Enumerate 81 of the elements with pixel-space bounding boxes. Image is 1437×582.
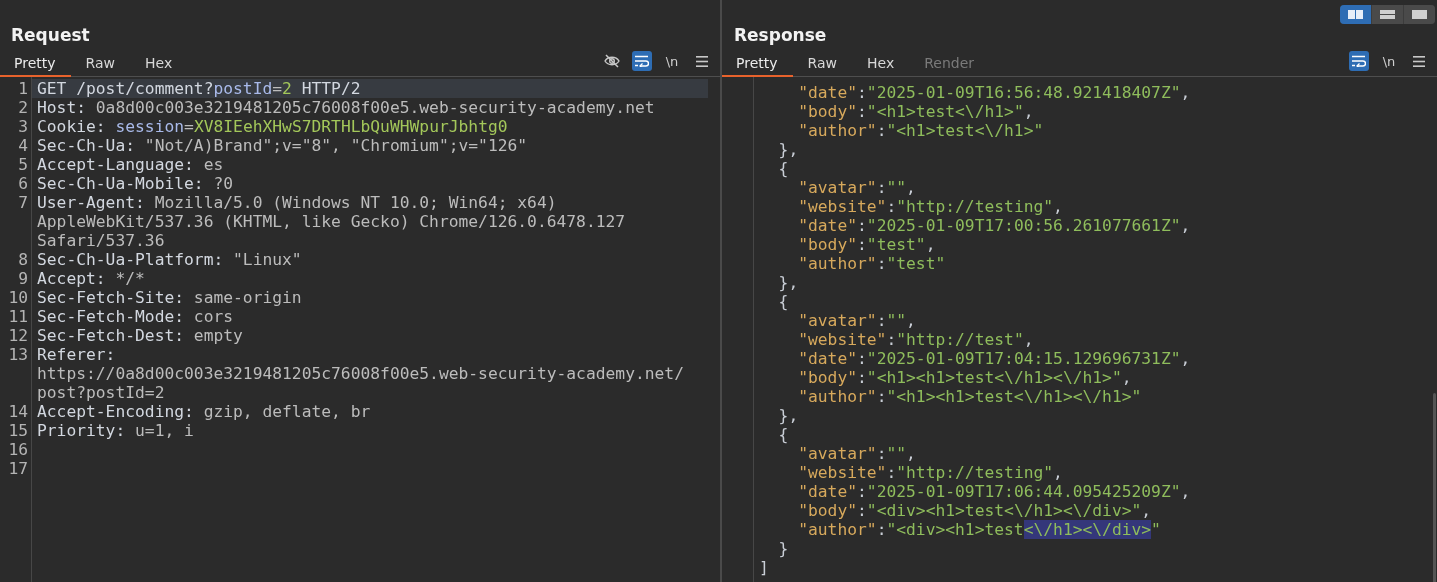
code-line: }, xyxy=(778,273,800,292)
line-number: 9 xyxy=(17,269,29,288)
line-number: 5 xyxy=(17,155,29,174)
code-line: "author":"test" xyxy=(798,254,947,273)
tab[interactable]: Raw xyxy=(70,46,130,77)
stacked-layout-button[interactable] xyxy=(1372,5,1403,24)
code-line: Sec-Fetch-Mode: cors xyxy=(37,307,235,326)
code-line: Sec-Ch-Ua: "Not/A)Brand";v="8", "Chromium";v="126" xyxy=(37,136,529,155)
code-line: "date":"2025-01-09T16:56:48.921418407Z", xyxy=(798,83,1192,102)
line-number: 8 xyxy=(17,250,29,269)
code-line: Accept-Encoding: gzip, deflate, br xyxy=(37,402,372,421)
line-number: 13 xyxy=(7,345,29,366)
line-number: 11 xyxy=(7,307,29,326)
code-line: ] xyxy=(759,558,770,577)
code-line: AppleWebKit/537.36 (KHTML, like Gecko) Chrome/126.0.6478.127 xyxy=(37,212,627,231)
code-line: "website":"http://testing", xyxy=(798,463,1064,482)
code-line: "website":"http://test", xyxy=(798,330,1035,349)
code-line: "author":"<h1><h1>test<\/h1><\/h1>" xyxy=(798,387,1143,406)
code-line: post?postId=2 xyxy=(37,383,166,402)
code-line: Sec-Fetch-Dest: empty xyxy=(37,326,244,345)
code-line: }, xyxy=(778,406,800,425)
line-number: 16 xyxy=(7,440,29,459)
code-line: "date":"2025-01-09T17:00:56.261077661Z", xyxy=(798,216,1192,235)
newline-toggle[interactable]: \n xyxy=(1379,51,1399,71)
code-line: Sec-Fetch-Site: same-origin xyxy=(37,288,303,307)
single-panel-icon xyxy=(1412,10,1427,19)
code-line: "body":"test", xyxy=(798,235,937,254)
line-number: 4 xyxy=(17,136,29,155)
line-number: 2 xyxy=(17,98,29,117)
scrollbar[interactable] xyxy=(1433,393,1436,582)
code-line: "avatar":"", xyxy=(798,444,917,463)
code-line: { xyxy=(778,159,790,178)
wrap-icon[interactable] xyxy=(632,51,652,71)
line-number: 15 xyxy=(7,421,29,440)
code-line: Priority: u=1, i xyxy=(37,421,195,440)
code-line: { xyxy=(778,292,790,311)
tab: Render xyxy=(909,46,989,77)
tab[interactable]: Raw xyxy=(792,46,852,77)
code-line: "avatar":"", xyxy=(798,178,917,197)
line-number: 3 xyxy=(17,117,29,136)
line-number: 7 xyxy=(17,193,29,214)
panel-title: Response xyxy=(733,24,828,46)
code-line: Accept: */* xyxy=(37,269,146,288)
code-line: "body":"<div><h1>test<\/h1><\/div>", xyxy=(798,501,1153,520)
code-line: }, xyxy=(778,140,800,159)
code-line: } xyxy=(778,539,790,558)
code-line: Accept-Language: es xyxy=(37,155,225,174)
code-line: Referer: xyxy=(37,345,117,364)
code-line: "author":"<h1>test<\/h1>" xyxy=(798,121,1045,140)
line-number: 1 xyxy=(17,79,29,98)
code-line: "author":"<div><h1>test<\/h1><\/div>" xyxy=(798,520,1162,539)
line-number: 12 xyxy=(7,326,29,345)
code-line: { xyxy=(778,425,790,444)
tab[interactable]: Pretty xyxy=(0,46,71,77)
tab[interactable]: Hex xyxy=(130,46,188,77)
wrap-icon[interactable] xyxy=(1349,51,1369,71)
code-line: "avatar":"", xyxy=(798,311,917,330)
code-line: Host: 0a8d00c003e3219481205c76008f00e5.web-security-academy.net xyxy=(37,98,656,117)
code-line: https://0a8d00c003e3219481205c76008f00e5.web-security-academy.net/ xyxy=(37,364,685,383)
line-number: 14 xyxy=(7,402,29,421)
line-number: 17 xyxy=(7,459,29,478)
code-line: "body":"<h1>test<\/h1>", xyxy=(798,102,1035,121)
line-number: 6 xyxy=(17,174,29,193)
code-line: "website":"http://testing", xyxy=(798,197,1064,216)
tab[interactable]: Pretty xyxy=(722,46,793,77)
code-line: Safari/537.36 xyxy=(37,231,166,250)
two-columns-icon xyxy=(1348,10,1363,19)
panel-title: Request xyxy=(10,24,91,46)
code-line: Sec-Ch-Ua-Mobile: ?0 xyxy=(37,174,235,193)
code-line: Cookie: session=XV8IEehXHwS7DRTHLbQuWHWpurJbhtg0 xyxy=(37,117,509,136)
newline-toggle[interactable]: \n xyxy=(662,51,682,71)
single-pane-layout-button[interactable] xyxy=(1404,5,1435,24)
code-line: "date":"2025-01-09T17:04:15.129696731Z", xyxy=(798,349,1192,368)
code-line: Sec-Ch-Ua-Platform: "Linux" xyxy=(37,250,303,269)
code-line: "body":"<h1><h1>test<\/h1><\/h1>", xyxy=(798,368,1133,387)
code-line: "date":"2025-01-09T17:06:44.095425209Z", xyxy=(798,482,1192,501)
line-number: 10 xyxy=(7,288,29,307)
two-rows-icon xyxy=(1380,10,1395,19)
tab[interactable]: Hex xyxy=(852,46,910,77)
code-line: User-Agent: Mozilla/5.0 (Windows NT 10.0; Win64; x64) xyxy=(37,193,558,212)
side-by-side-layout-button[interactable] xyxy=(1340,5,1371,24)
